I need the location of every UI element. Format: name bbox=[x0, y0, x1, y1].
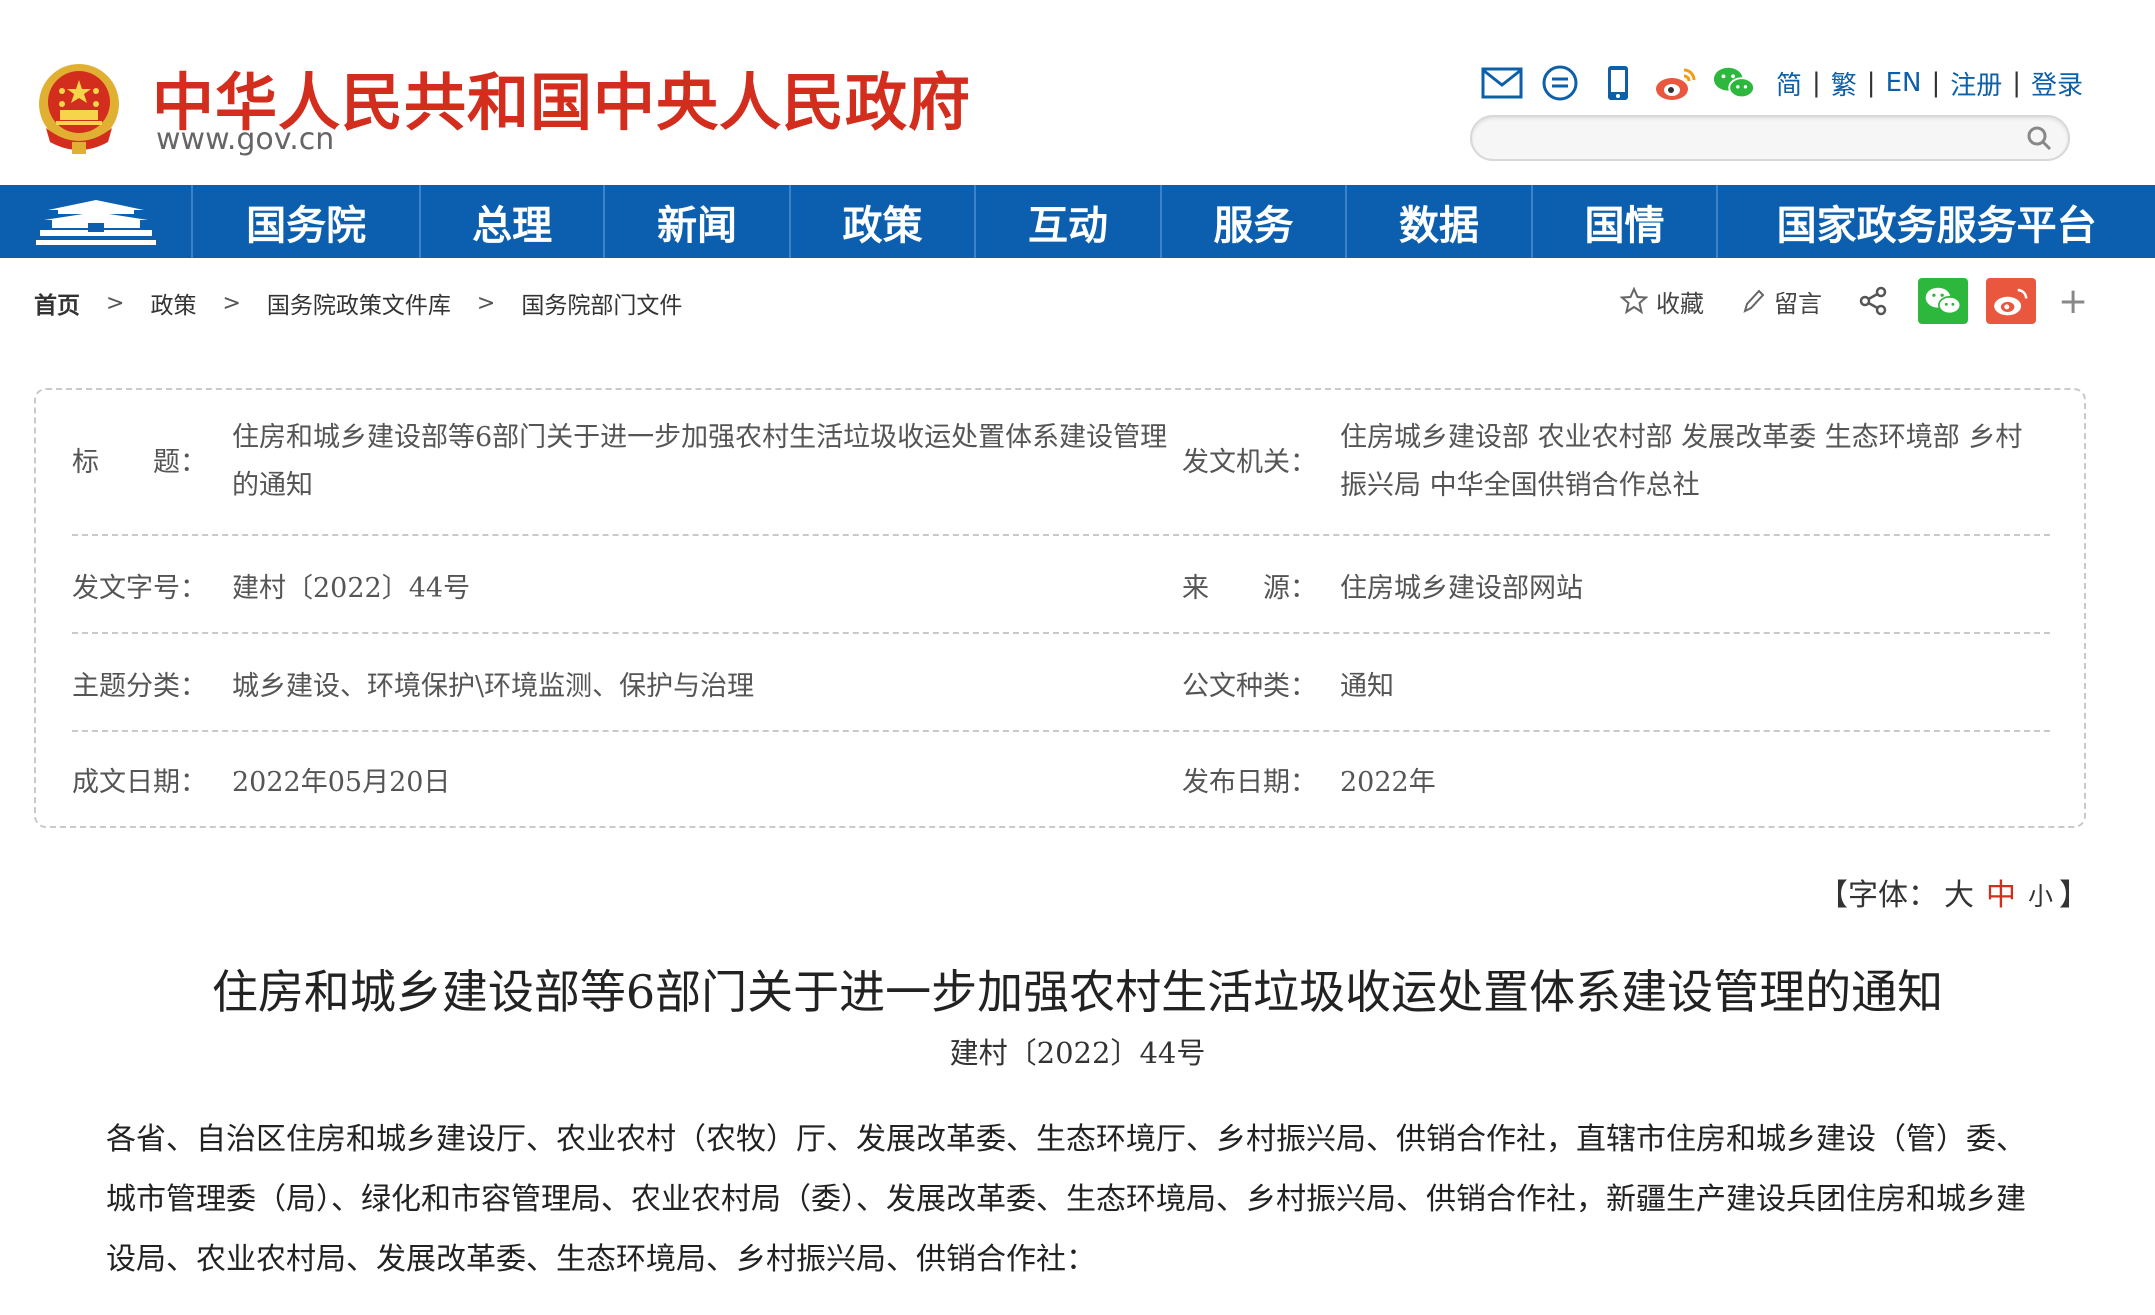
star-icon bbox=[1620, 287, 1648, 315]
chevron-right-icon: > bbox=[222, 290, 241, 316]
favorite-button[interactable]: 收藏 bbox=[1620, 284, 1704, 319]
source-label: 来 源： bbox=[1182, 573, 1317, 604]
chevron-right-icon: > bbox=[476, 290, 496, 316]
font-size-prefix: 【字体： bbox=[1818, 878, 1938, 913]
publish-date-label: 发布日期： bbox=[1182, 767, 1317, 798]
lang-traditional-link[interactable]: 繁 bbox=[1831, 65, 1857, 102]
docnum-value: 建村〔2022〕44号 bbox=[232, 573, 471, 604]
nav-item-state-council[interactable]: 国务院 bbox=[193, 185, 421, 258]
register-link[interactable]: 注册 bbox=[1950, 65, 2002, 102]
search-icon[interactable] bbox=[2024, 123, 2054, 153]
pencil-icon bbox=[1743, 289, 1765, 313]
site-header: 中华人民共和国中央人民政府 www.gov.cn 简 | 繁 | EN | 注册… bbox=[0, 0, 2155, 185]
meta-row-docnum: 发文字号： 建村〔2022〕44号 来 源： 住房城乡建设部网站 bbox=[72, 534, 2050, 634]
article-title: 住房和城乡建设部等6部门关于进一步加强农村生活垃圾收运处置体系建设管理的通知 bbox=[211, 965, 1944, 1019]
share-wechat-icon[interactable] bbox=[1918, 278, 1968, 324]
comment-label: 留言 bbox=[1774, 289, 1822, 318]
breadcrumb-home[interactable]: 首页 bbox=[34, 286, 80, 320]
font-size-suffix: 】 bbox=[2059, 878, 2090, 913]
tiananmen-icon[interactable] bbox=[0, 185, 194, 258]
written-date-value: 2022年05月20日 bbox=[232, 767, 451, 798]
nav-item-policy[interactable]: 政策 bbox=[791, 185, 977, 258]
weibo-icon[interactable] bbox=[1654, 61, 1698, 105]
font-size-large[interactable]: 大 bbox=[1944, 878, 1974, 913]
separator: | bbox=[1931, 68, 1941, 98]
mobile-icon[interactable] bbox=[1596, 61, 1640, 105]
share-icon[interactable] bbox=[1858, 286, 1896, 316]
issuer-label: 发文机关： bbox=[1182, 447, 1317, 478]
article-body: 各省、自治区住房和城乡建设厅、农业农村（农牧）厅、发展改革委、生态环境厅、乡村振… bbox=[106, 1122, 2026, 1277]
nav-item-gov-service-platform[interactable]: 国家政务服务平台 bbox=[1718, 185, 2155, 258]
search-box bbox=[1470, 115, 2070, 161]
breadcrumb-policy[interactable]: 政策 bbox=[150, 286, 196, 320]
article-doc-number: 建村〔2022〕44号 bbox=[949, 1036, 1206, 1070]
language-links: 简 | 繁 | EN | 注册 | 登录 bbox=[1776, 65, 2083, 102]
nav-item-news[interactable]: 新闻 bbox=[605, 185, 791, 258]
comment-button[interactable]: 留言 bbox=[1740, 284, 1822, 319]
nav-item-services[interactable]: 服务 bbox=[1162, 185, 1348, 258]
favorite-label: 收藏 bbox=[1656, 289, 1704, 318]
breadcrumb-department-docs[interactable]: 国务院部门文件 bbox=[521, 286, 682, 320]
site-url[interactable]: www.gov.cn bbox=[156, 122, 334, 157]
wechat-icon[interactable] bbox=[1712, 61, 1756, 105]
written-date-label: 成文日期： bbox=[72, 767, 207, 798]
share-bar: 收藏 留言 + bbox=[1620, 278, 2088, 324]
doctype-value: 通知 bbox=[1340, 671, 1394, 702]
topic-value: 城乡建设、环境保护\环境监测、保护与治理 bbox=[232, 671, 755, 702]
separator: | bbox=[1812, 68, 1821, 98]
nav-item-interaction[interactable]: 互动 bbox=[976, 185, 1162, 258]
separator: | bbox=[2012, 68, 2021, 98]
main-nav: 国务院 总理 新闻 政策 互动 服务 数据 国情 国家政务服务平台 bbox=[0, 185, 2155, 258]
meta-row-topic: 主题分类： 城乡建设、环境保护\环境监测、保护与治理 公文种类： 通知 bbox=[72, 632, 2050, 732]
message-icon[interactable] bbox=[1538, 61, 1582, 105]
font-size-small[interactable]: 小 bbox=[2028, 882, 2053, 911]
document-metadata: 标 题： 住房和城乡建设部等6部门关于进一步加强农村生活垃圾收运处置体系建设管理… bbox=[34, 388, 2086, 828]
search-input[interactable] bbox=[1492, 121, 1996, 155]
meta-row-title: 标 题： 住房和城乡建设部等6部门关于进一步加强农村生活垃圾收运处置体系建设管理… bbox=[72, 390, 2050, 536]
docnum-label: 发文字号： bbox=[72, 573, 207, 604]
font-size-medium[interactable]: 中 bbox=[1986, 878, 2016, 913]
national-emblem-icon[interactable] bbox=[32, 58, 126, 156]
share-weibo-icon[interactable] bbox=[1986, 278, 2036, 324]
separator: | bbox=[1866, 68, 1876, 98]
issuer-value: 住房城乡建设部 农业农村部 发展改革委 生态环境部 乡村振兴局 中华全国供销合作… bbox=[1340, 422, 2023, 501]
topic-label: 主题分类： bbox=[72, 671, 207, 702]
publish-date-value: 2022年 bbox=[1340, 767, 1436, 798]
lang-simplified-link[interactable]: 简 bbox=[1776, 65, 1802, 102]
breadcrumb: 首页 > 政策 > 国务院政策文件库 > 国务院部门文件 bbox=[34, 286, 682, 320]
nav-item-data[interactable]: 数据 bbox=[1347, 185, 1533, 258]
mail-icon[interactable] bbox=[1480, 61, 1524, 105]
breadcrumb-policy-library[interactable]: 国务院政策文件库 bbox=[267, 286, 451, 320]
login-link[interactable]: 登录 bbox=[2031, 65, 2083, 102]
meta-row-dates: 成文日期： 2022年05月20日 发布日期： 2022年 bbox=[72, 730, 2050, 826]
header-tools: 简 | 繁 | EN | 注册 | 登录 bbox=[1480, 60, 2083, 106]
doctype-label: 公文种类： bbox=[1182, 671, 1317, 702]
title-label: 标 题： bbox=[72, 447, 207, 478]
title-value: 住房和城乡建设部等6部门关于进一步加强农村生活垃圾收运处置体系建设管理的通知 bbox=[232, 422, 1168, 501]
font-size-control: 【字体：大中小】 bbox=[1818, 870, 2089, 914]
lang-english-link[interactable]: EN bbox=[1886, 68, 1922, 98]
source-value: 住房城乡建设部网站 bbox=[1340, 573, 1583, 604]
nav-item-premier[interactable]: 总理 bbox=[421, 185, 606, 258]
nav-item-national-info[interactable]: 国情 bbox=[1533, 185, 1719, 258]
chevron-right-icon: > bbox=[106, 290, 125, 316]
more-share-icon[interactable]: + bbox=[2058, 281, 2088, 322]
